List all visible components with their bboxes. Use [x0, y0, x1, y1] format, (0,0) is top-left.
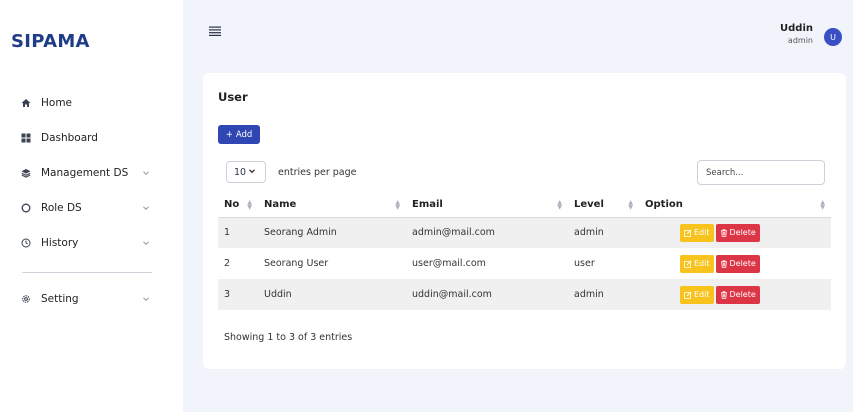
edit-icon — [684, 259, 692, 268]
edit-icon — [684, 229, 692, 237]
grid-icon — [21, 133, 31, 143]
cell-name: Seorang Admin — [258, 217, 406, 248]
user-name[interactable]: Uddin — [780, 23, 813, 34]
cell-level: admin — [568, 279, 639, 310]
chevron-down-icon[interactable] — [142, 295, 150, 303]
sidebar-item-label: Dashboard — [41, 132, 98, 144]
plus-icon: + — [225, 129, 233, 140]
edit-icon — [684, 290, 692, 299]
delete-button-label: Delete — [729, 290, 756, 299]
column-header-option[interactable]: Option ▲ ▼ — [639, 193, 831, 218]
chevron-down-icon — [248, 167, 256, 178]
avatar[interactable]: U — [824, 28, 842, 46]
delete-button[interactable]: Delete — [715, 285, 760, 304]
cell-name: Seorang User — [264, 258, 329, 269]
cell-option: Edit Delete — [639, 248, 831, 279]
cell-email: user@mail.com — [412, 258, 486, 269]
users-table: No ▲ ▼ Name ▲ ▼ Email ▲ ▼ Level ▲ ▼ Option ▲ ▼ 1 S… — [218, 193, 831, 310]
topbar: Uddin admin — [183, 0, 853, 62]
cell-name: Uddin — [258, 279, 406, 310]
clock-icon — [21, 238, 31, 248]
sidebar-divider — [22, 272, 152, 273]
circle-icon — [21, 203, 31, 213]
delete-button-label: Delete — [729, 259, 756, 268]
edit-button-label: Edit — [694, 228, 710, 238]
home-icon — [21, 98, 31, 108]
cell-email: admin@mail.com — [406, 217, 568, 248]
cell-level: user — [574, 258, 595, 269]
column-header-level[interactable]: Level ▲ ▼ — [568, 193, 639, 218]
page-title: User — [218, 90, 248, 104]
cell-email: uddin@mail.com — [406, 279, 568, 310]
trash-icon — [720, 259, 727, 268]
table-header-row: No ▲ ▼ Name ▲ ▼ Email ▲ ▼ Level ▲ ▼ Option ▲ ▼ — [218, 193, 831, 218]
user-card: User + Add 10 entries per page No▲▼ Name… — [203, 73, 846, 369]
column-header-name[interactable]: Name ▲ ▼ — [258, 193, 406, 218]
entries-per-page-label: entries per page — [278, 167, 357, 178]
delete-button[interactable]: Delete — [715, 254, 760, 273]
edit-button[interactable]: Edit — [680, 223, 714, 242]
sort-icon: ▲ ▼ — [628, 199, 633, 211]
add-user-button[interactable]: + Add — [218, 125, 260, 144]
cell-no: 3 — [218, 279, 258, 310]
table-info: Showing 1 to 3 of 3 entries — [224, 332, 353, 343]
cell-no: 2 — [224, 258, 231, 269]
edit-button-label: Edit — [694, 259, 710, 268]
trash-icon — [720, 290, 727, 299]
delete-button[interactable]: Delete — [715, 223, 760, 242]
trash-icon — [720, 229, 727, 237]
sidebar-item-role-ds[interactable]: Role DS — [0, 197, 183, 219]
sidebar-item-label: Setting — [41, 293, 79, 305]
edit-button[interactable]: Edit — [680, 254, 714, 273]
edit-button-label: Edit — [694, 290, 710, 299]
table-row: 3 Uddin uddin@mail.com admin Edit Delete — [218, 279, 831, 310]
chevron-down-icon[interactable] — [142, 239, 150, 247]
edit-button[interactable]: Edit — [680, 285, 714, 304]
sidebar: SIPAMA Home Dashboard Management DS Role… — [0, 0, 183, 412]
sidebar-item-management-ds[interactable]: Management DS — [0, 162, 183, 184]
entries-per-page-select[interactable]: 10 — [226, 161, 266, 183]
hamburger-menu-icon[interactable] — [209, 26, 221, 36]
per-page-value: 10 — [234, 166, 247, 178]
chevron-down-icon[interactable] — [142, 169, 150, 177]
sort-icon: ▲ ▼ — [820, 199, 825, 211]
table-row: 1 Seorang Admin admin@mail.com admin Edi… — [218, 217, 831, 248]
table-row: 2 Seorang User user@mail.com user Edit D… — [218, 248, 831, 279]
search-input[interactable] — [697, 160, 825, 185]
cell-no: 1 — [218, 217, 258, 248]
layers-icon — [21, 168, 31, 178]
user-role: admin — [787, 36, 813, 45]
sort-icon: ▲ ▼ — [247, 199, 252, 211]
sort-icon: ▲ ▼ — [557, 199, 562, 211]
sidebar-item-setting[interactable]: Setting — [0, 288, 183, 310]
sidebar-item-label: Management DS — [41, 167, 129, 179]
column-header-no[interactable]: No ▲ ▼ — [218, 193, 258, 218]
delete-button-label: Delete — [729, 228, 756, 238]
sidebar-item-home[interactable]: Home — [0, 92, 183, 114]
sidebar-item-dashboard[interactable]: Dashboard — [0, 127, 183, 149]
chevron-down-icon[interactable] — [142, 204, 150, 212]
cell-option: Edit Delete — [639, 279, 831, 310]
sort-icon: ▲ ▼ — [395, 199, 400, 211]
sidebar-item-label: History — [41, 237, 79, 249]
sidebar-item-history[interactable]: History — [0, 232, 183, 254]
brand-logo[interactable]: SIPAMA — [11, 31, 90, 52]
sidebar-item-label: Role DS — [41, 202, 82, 214]
add-button-label: Add — [235, 129, 253, 140]
cell-option: Edit Delete — [639, 217, 831, 248]
sidebar-item-label: Home — [41, 97, 73, 109]
cell-level: admin — [568, 217, 639, 248]
column-header-email[interactable]: Email ▲ ▼ — [406, 193, 568, 218]
gear-icon — [21, 294, 31, 304]
